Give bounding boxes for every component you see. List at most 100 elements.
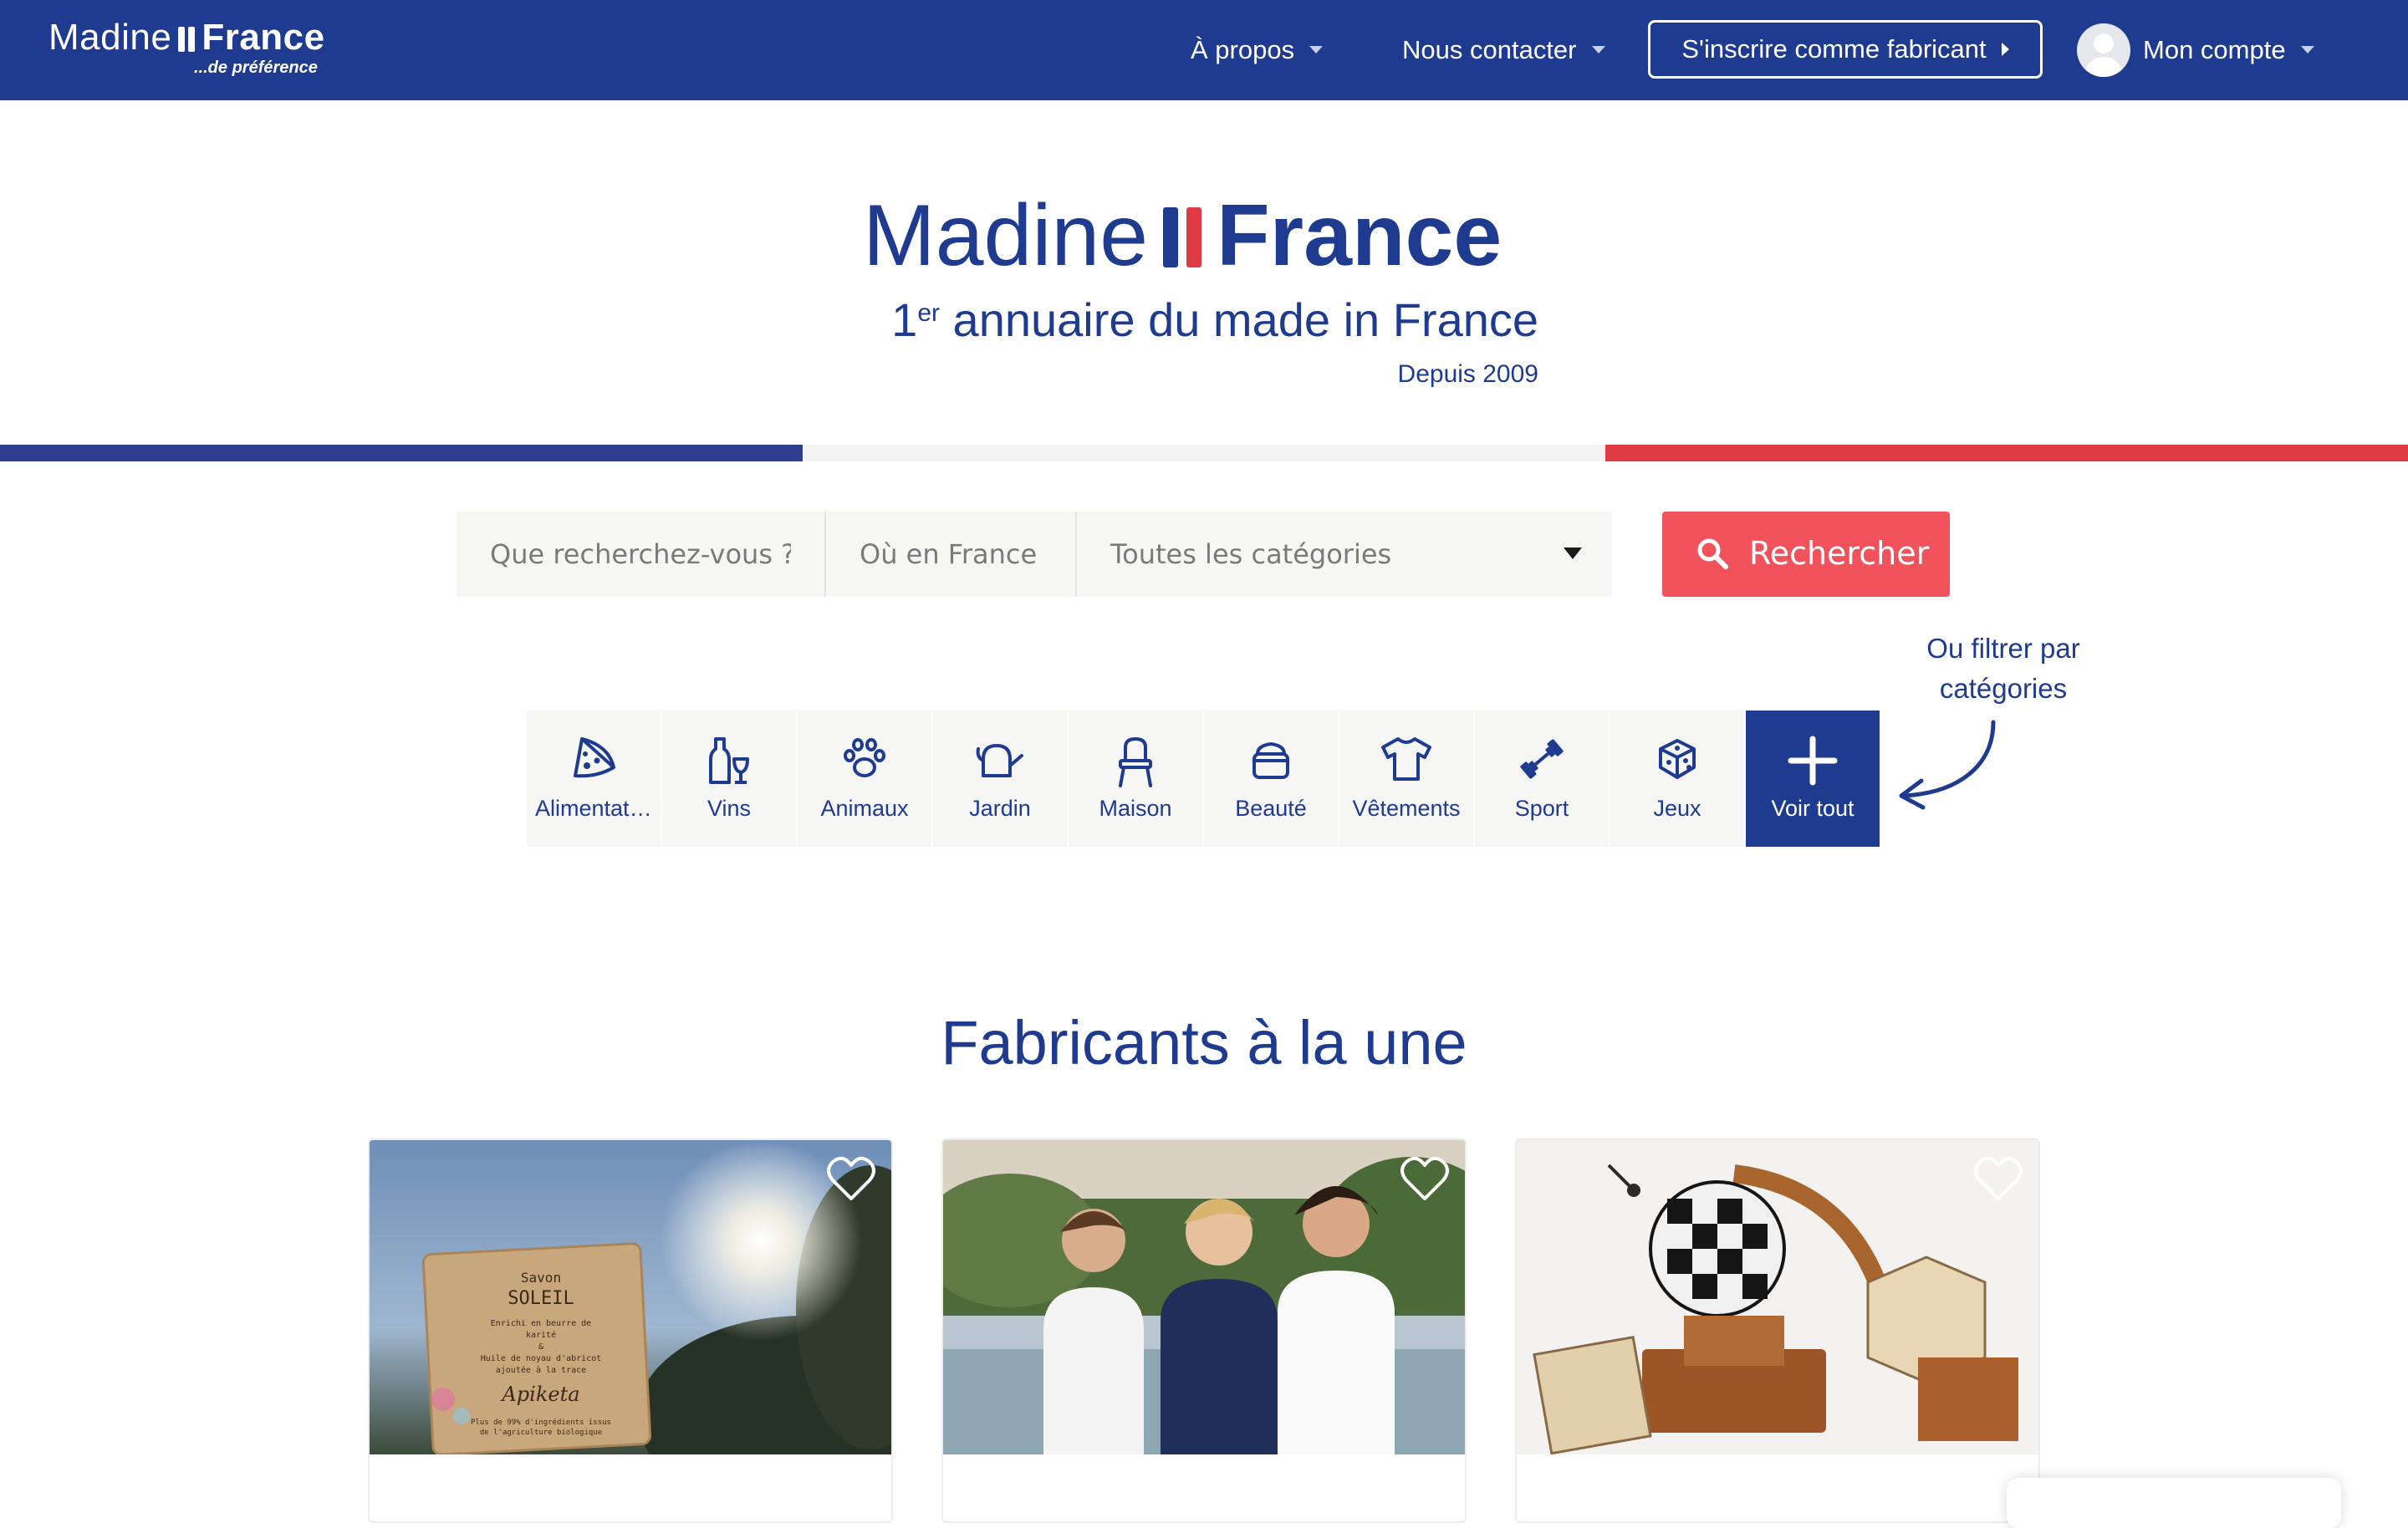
flag-bars-icon (178, 27, 196, 53)
tricolor-red (1605, 445, 2408, 461)
search-button[interactable]: Rechercher (1662, 512, 1950, 597)
category-sport[interactable]: Sport (1475, 711, 1609, 847)
hero-logo: Madine France (863, 186, 1502, 286)
plus-icon (1788, 736, 1838, 786)
category-jeux[interactable]: Jeux (1610, 711, 1744, 847)
card-image (1517, 1140, 2038, 1454)
site-logo[interactable]: Madine France ...de préférence (48, 17, 325, 77)
category-jardin[interactable]: Jardin (933, 711, 1067, 847)
tshirt-icon (1381, 737, 1431, 781)
dropdown-arrow-icon (1564, 548, 1582, 559)
soap-label-text: karité (526, 1330, 556, 1340)
category-vetements[interactable]: Vêtements (1339, 711, 1473, 847)
flag-bars-icon (1163, 206, 1202, 267)
search-button-label: Rechercher (1749, 535, 1930, 572)
featured-card[interactable] (941, 1138, 1467, 1523)
search-where-input[interactable] (826, 512, 1075, 597)
dice-icon (1659, 739, 1696, 779)
category-label: Vins (707, 796, 752, 821)
top-navbar: Madine France ...de préférence À propos N… (0, 0, 2408, 100)
hero-since: Depuis 2009 (1397, 360, 1538, 388)
chevron-down-icon (1591, 46, 1605, 54)
category-see-all[interactable]: Voir tout (1746, 711, 1880, 847)
soap-label-footnote: Plus de 99% d'ingrédients issus (471, 1418, 611, 1427)
register-manufacturer-button[interactable]: S'inscrire comme fabricant (1648, 20, 2043, 79)
search-where-field[interactable] (826, 512, 1075, 597)
logo-tagline: ...de préférence (194, 59, 318, 77)
people-tshirts-photo (943, 1140, 1465, 1454)
category-label: Maison (1099, 796, 1172, 821)
curved-arrow-icon (1899, 720, 1996, 810)
tricolor-white (803, 445, 1605, 461)
category-label: Jeux (1653, 796, 1701, 821)
chevron-right-icon (2001, 42, 2009, 56)
filter-hint: Ou filtrer par catégories (1926, 633, 2080, 704)
search-icon (1697, 538, 1728, 569)
category-label: Sport (1514, 796, 1569, 821)
pizza-icon (574, 737, 615, 778)
heart-icon[interactable] (826, 1155, 876, 1202)
category-label: Animaux (820, 796, 909, 821)
wooden-puzzles-photo (1517, 1140, 2038, 1454)
soap-label-text: ajoutée à la trace (496, 1365, 586, 1375)
nav-contact-label: Nous contacter (1402, 35, 1577, 64)
nav-contact[interactable]: Nous contacter (1402, 32, 1605, 69)
wine-icon (709, 737, 749, 784)
category-label: Jardin (969, 796, 1031, 821)
watering-can-icon (976, 744, 1023, 777)
soap-label-name: Savon (521, 1270, 561, 1286)
register-button-label: S'inscrire comme fabricant (1681, 34, 1987, 64)
chevron-down-icon (2300, 46, 2314, 54)
logo-word-france: France (202, 17, 325, 58)
tricolor-blue (0, 445, 803, 461)
category-label: Alimentati… (535, 796, 657, 821)
subtitle-superscript: er (917, 299, 940, 327)
search-what-field[interactable] (457, 512, 824, 597)
subtitle-number: 1 (891, 293, 918, 346)
soap-label-footnote: de l'agriculture biologique (480, 1429, 602, 1437)
nav-about-label: À propos (1191, 35, 1295, 64)
dumbbell-icon (1520, 739, 1564, 779)
soap-label-text: & (538, 1342, 543, 1352)
card-image: Savon SOLEIL Enrichi en beurre de karité… (370, 1140, 891, 1454)
category-select-value: Toutes les catégories (1110, 538, 1392, 570)
avatar[interactable] (2077, 23, 2130, 77)
category-maison[interactable]: Maison (1069, 711, 1202, 847)
chair-icon (1119, 736, 1152, 787)
category-select[interactable]: Toutes les catégories (1077, 512, 1612, 597)
nav-about[interactable]: À propos (1191, 32, 1324, 69)
featured-card[interactable]: Savon SOLEIL Enrichi en beurre de karité… (368, 1138, 893, 1523)
soap-product-photo: Savon SOLEIL Enrichi en beurre de karité… (370, 1140, 891, 1454)
heart-icon[interactable] (1400, 1155, 1450, 1202)
category-label: Vêtements (1352, 796, 1461, 821)
soap-label-brand: Apiketa (500, 1383, 579, 1406)
category-animaux[interactable]: Animaux (798, 711, 931, 847)
soap-label-text: Enrichi en beurre de (491, 1319, 591, 1328)
nav-account[interactable]: Mon compte (2143, 32, 2314, 69)
heart-icon[interactable] (1973, 1155, 2023, 1202)
paw-icon (844, 738, 885, 777)
tricolor-divider (0, 445, 2408, 461)
logo-word-madine: Madine (48, 17, 172, 58)
subtitle-text: annuaire du made in France (940, 293, 1538, 346)
soap-label-title: SOLEIL (508, 1288, 574, 1309)
card-image (943, 1140, 1465, 1454)
chevron-down-icon (1309, 46, 1324, 54)
hero-logo-word-madine: Madine (863, 187, 1149, 284)
cream-jar-icon (1252, 741, 1289, 779)
search-what-input[interactable] (457, 512, 824, 597)
section-title-featured: Fabricants à la une (941, 1008, 1467, 1077)
category-beaute[interactable]: Beauté (1204, 711, 1338, 847)
avatar-body (2085, 57, 2122, 77)
nav-account-label: Mon compte (2143, 35, 2286, 64)
hero-logo-word-france: France (1217, 187, 1502, 284)
floating-widget[interactable] (2007, 1478, 2341, 1528)
category-label: Voir tout (1771, 796, 1854, 821)
category-vins[interactable]: Vins (662, 711, 796, 847)
hero-subtitle: 1er annuaire du made in France (891, 291, 1538, 358)
category-label: Beauté (1235, 796, 1307, 821)
featured-card[interactable] (1515, 1138, 2040, 1523)
category-alimentation[interactable]: Alimentati… (527, 711, 661, 847)
avatar-head (2094, 33, 2114, 53)
soap-label-text: Huile de noyau d'abricot (481, 1354, 602, 1363)
